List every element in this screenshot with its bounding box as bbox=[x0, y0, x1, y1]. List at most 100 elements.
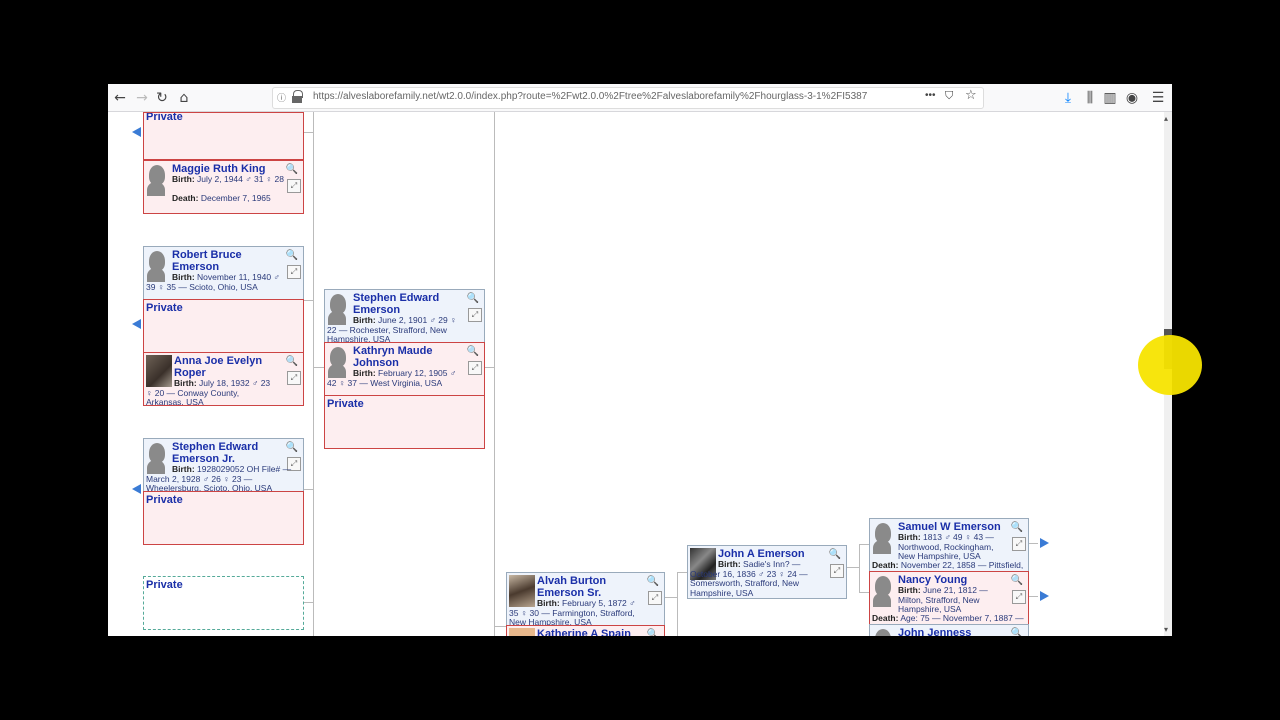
connector bbox=[314, 367, 324, 368]
chart-icon[interactable]: ⤢ bbox=[468, 361, 482, 375]
zoom-icon[interactable]: 🔍 bbox=[466, 346, 480, 358]
cursor-highlight bbox=[1138, 335, 1202, 395]
person-name[interactable]: Alvah Burton Emerson Sr. bbox=[537, 575, 637, 599]
forward-button[interactable]: → bbox=[132, 88, 152, 108]
browser-window: ← → ↻ ⌂ ⓘ https://alveslaborefamily.net/… bbox=[108, 84, 1172, 636]
chart-icon[interactable]: ⤢ bbox=[830, 564, 844, 578]
tree-divider bbox=[313, 112, 314, 636]
connector bbox=[859, 592, 869, 593]
person-card[interactable]: Stephen Edward Emerson Jr. 🔍 ⤢ Birth: 19… bbox=[143, 438, 304, 492]
info-icon[interactable]: ⓘ bbox=[277, 91, 286, 104]
tree-divider bbox=[494, 112, 495, 636]
url-text[interactable]: https://alveslaborefamily.net/wt2.0.0/in… bbox=[313, 91, 867, 102]
private-label: Private bbox=[146, 494, 183, 506]
person-card[interactable]: Nancy Young 🔍 ⤢ Birth: June 21, 1812 — M… bbox=[869, 571, 1029, 625]
zoom-icon[interactable]: 🔍 bbox=[828, 549, 842, 561]
person-name[interactable]: Stephen Edward Emerson Jr. bbox=[172, 441, 272, 465]
zoom-icon[interactable]: 🔍 bbox=[1010, 628, 1024, 636]
person-name[interactable]: Anna Joe Evelyn Roper bbox=[174, 355, 274, 379]
person-card[interactable]: John Jenness 🔍 bbox=[869, 624, 1029, 636]
menu-icon[interactable]: ☰ bbox=[1148, 88, 1168, 108]
private-label: Private bbox=[146, 302, 183, 314]
account-icon[interactable]: ◉ bbox=[1122, 88, 1142, 108]
person-card[interactable]: Robert Bruce Emerson 🔍 ⤢ Birth: November… bbox=[143, 246, 304, 300]
chart-icon[interactable]: ⤢ bbox=[648, 591, 662, 605]
library-icon[interactable]: ⫼ bbox=[1080, 88, 1100, 108]
back-button[interactable]: ← bbox=[110, 88, 130, 108]
zoom-icon[interactable]: 🔍 bbox=[466, 293, 480, 305]
more-actions-icon[interactable]: ••• bbox=[925, 90, 936, 101]
private-card[interactable]: Private bbox=[143, 491, 304, 545]
person-card[interactable]: Alvah Burton Emerson Sr. 🔍 ⤢ Birth: Febr… bbox=[506, 572, 665, 626]
zoom-icon[interactable]: 🔍 bbox=[285, 164, 299, 176]
person-name[interactable]: John Jenness bbox=[898, 627, 998, 636]
person-name[interactable]: Katherine A Spain bbox=[537, 628, 637, 636]
browser-toolbar: ← → ↻ ⌂ ⓘ https://alveslaborefamily.net/… bbox=[108, 84, 1172, 112]
birth-info: Birth: Sadie's Inn? — October 16, 1836 ♂… bbox=[690, 559, 808, 598]
sidebar-icon[interactable]: ▥ bbox=[1100, 88, 1120, 108]
zoom-icon[interactable]: 🔍 bbox=[1010, 575, 1024, 587]
silhouette-female-icon bbox=[873, 576, 893, 607]
private-label: Private bbox=[327, 398, 364, 410]
person-card[interactable]: Kathryn Maude Johnson 🔍 ⤢ Birth: Februar… bbox=[324, 342, 485, 396]
silhouette-male-icon bbox=[873, 523, 893, 554]
private-card[interactable]: Private bbox=[143, 576, 304, 630]
chart-icon[interactable]: ⤢ bbox=[287, 179, 301, 193]
zoom-icon[interactable]: 🔍 bbox=[646, 576, 660, 588]
expand-right-arrow-icon[interactable] bbox=[1040, 538, 1049, 548]
zoom-icon[interactable]: 🔍 bbox=[285, 250, 299, 262]
connector bbox=[665, 597, 677, 598]
person-card[interactable]: Katherine A Spain 🔍 bbox=[506, 625, 665, 636]
zoom-icon[interactable]: 🔍 bbox=[1010, 522, 1024, 534]
expand-left-arrow-icon[interactable] bbox=[132, 484, 141, 494]
birth-info: Birth: February 12, 1905 ♂ 42 ♀ 37 — Wes… bbox=[327, 368, 457, 388]
chart-icon[interactable]: ⤢ bbox=[287, 371, 301, 385]
private-card[interactable]: Private bbox=[324, 395, 485, 449]
connector bbox=[303, 132, 313, 133]
reload-button[interactable]: ↻ bbox=[152, 88, 172, 108]
pocket-icon[interactable]: ⛉ bbox=[945, 89, 953, 103]
person-name[interactable]: Kathryn Maude Johnson bbox=[353, 345, 453, 369]
person-card[interactable]: John A Emerson 🔍 ⤢ Birth: Sadie's Inn? —… bbox=[687, 545, 847, 599]
private-card[interactable]: Private bbox=[143, 112, 304, 160]
zoom-icon[interactable]: 🔍 bbox=[285, 442, 299, 454]
death-info: Death: December 7, 1965 bbox=[172, 193, 271, 203]
connector bbox=[859, 544, 869, 545]
home-button[interactable]: ⌂ bbox=[174, 88, 194, 108]
expand-right-arrow-icon[interactable] bbox=[1040, 591, 1049, 601]
birth-info: Birth: June 2, 1901 ♂ 29 ♀ 22 — Rocheste… bbox=[327, 315, 457, 343]
silhouette-female-icon bbox=[147, 165, 167, 196]
expand-left-arrow-icon[interactable] bbox=[132, 127, 141, 137]
person-card[interactable]: Maggie Ruth King 🔍 ⤢ Birth: July 2, 1944… bbox=[143, 160, 304, 214]
chart-icon[interactable]: ⤢ bbox=[1012, 537, 1026, 551]
download-icon[interactable]: ⤓ bbox=[1058, 88, 1078, 108]
url-bar[interactable]: ⓘ https://alveslaborefamily.net/wt2.0.0/… bbox=[272, 87, 984, 109]
private-label: Private bbox=[146, 112, 183, 123]
chart-icon[interactable]: ⤢ bbox=[287, 265, 301, 279]
person-card[interactable]: Stephen Edward Emerson 🔍 ⤢ Birth: June 2… bbox=[324, 289, 485, 343]
chart-icon[interactable]: ⤢ bbox=[468, 308, 482, 322]
death-info: Death: November 22, 1858 — Pittsfield, bbox=[872, 560, 1024, 570]
zoom-icon[interactable]: 🔍 bbox=[646, 629, 660, 636]
person-card[interactable]: Samuel W Emerson 🔍 ⤢ Birth: 1813 ♂ 49 ♀ … bbox=[869, 518, 1029, 572]
private-card[interactable]: Private bbox=[143, 299, 304, 353]
birth-info: Birth: November 11, 1940 ♂ 39 ♀ 35 — Sci… bbox=[146, 272, 280, 292]
connector bbox=[859, 544, 860, 592]
silhouette-male-icon bbox=[873, 629, 893, 636]
chart-icon[interactable]: ⤢ bbox=[1012, 590, 1026, 604]
scroll-up-icon[interactable]: ▴ bbox=[1164, 114, 1168, 123]
connector bbox=[484, 367, 494, 368]
person-card[interactable]: Anna Joe Evelyn Roper 🔍 ⤢ Birth: July 18… bbox=[143, 352, 304, 406]
zoom-icon[interactable]: 🔍 bbox=[285, 356, 299, 368]
expand-left-arrow-icon[interactable] bbox=[132, 319, 141, 329]
connector bbox=[303, 602, 313, 603]
private-label: Private bbox=[146, 579, 183, 591]
birth-info: Birth: July 18, 1932 ♂ 23 ♀ 20 — Conway … bbox=[146, 378, 271, 406]
bookmark-star-icon[interactable]: ☆ bbox=[965, 88, 977, 103]
connector bbox=[677, 572, 678, 636]
person-name[interactable]: Stephen Edward Emerson bbox=[353, 292, 453, 316]
birth-info: Birth: July 2, 1944 ♂ 31 ♀ 28 bbox=[172, 174, 284, 184]
person-photo[interactable] bbox=[509, 628, 535, 636]
person-name[interactable]: Robert Bruce Emerson bbox=[172, 249, 272, 273]
scroll-down-icon[interactable]: ▾ bbox=[1164, 625, 1168, 634]
